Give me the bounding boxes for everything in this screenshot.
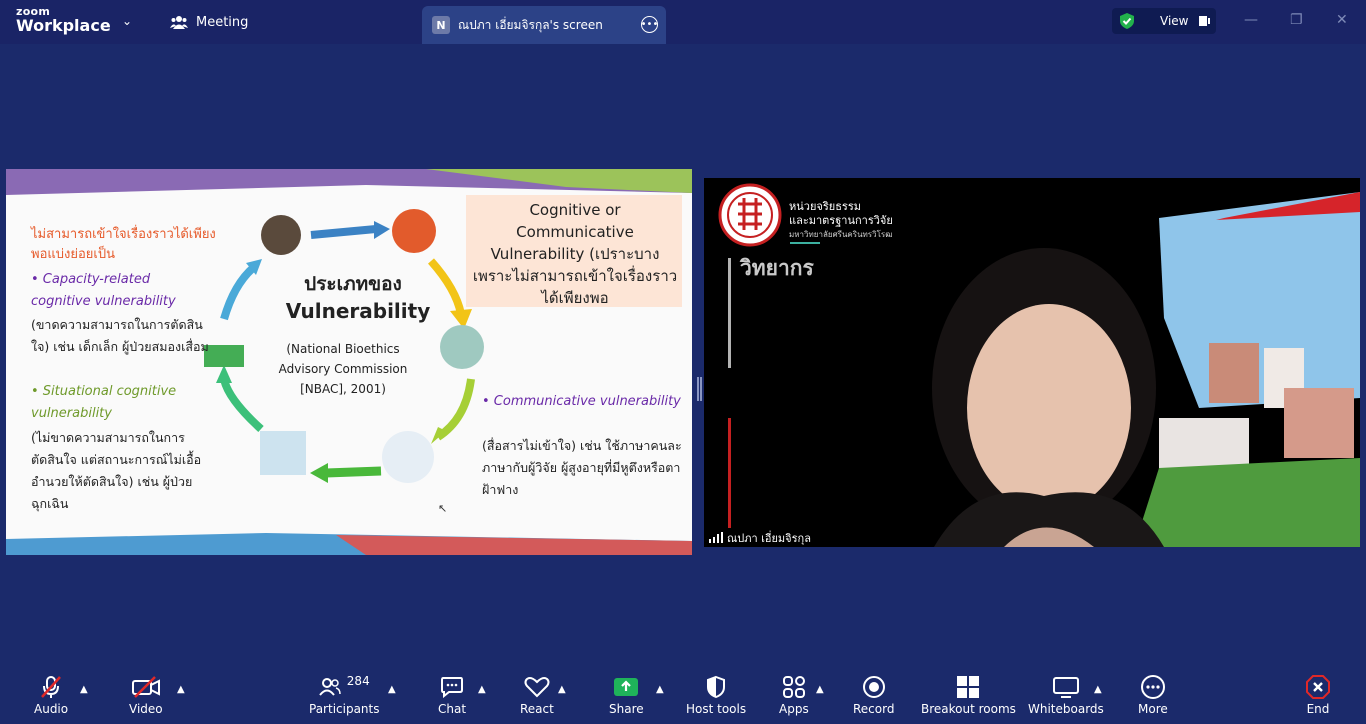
participant-name: ณปภา เอี่ยมจิรกุล <box>727 531 811 545</box>
chevron-down-icon[interactable]: ⌄ <box>122 14 132 28</box>
more-label: More <box>1138 702 1168 716</box>
microphone-muted-icon <box>41 676 61 698</box>
left-heading: ไม่สามารถเข้าใจเรื่องราวได้เพียงพอแบ่งย่… <box>31 227 216 262</box>
org-line3: มหาวิทยาลัยศรีนครินทรวิโรฒ <box>789 230 893 239</box>
close-icon[interactable]: ✕ <box>1336 12 1348 28</box>
meeting-menu[interactable]: Meeting <box>170 14 248 30</box>
shield-icon[interactable] <box>1118 12 1136 30</box>
camera-off-icon <box>131 676 160 698</box>
signal-icon <box>709 532 723 543</box>
share-options-chevron-icon[interactable]: ▲ <box>656 684 664 695</box>
video-label: Video <box>129 702 163 716</box>
tab-title: ณปภา เอี่ยมจิรกุล's screen <box>458 17 603 32</box>
chat-icon <box>441 677 464 698</box>
apps-button[interactable]: Apps <box>779 672 809 716</box>
bullet2-title: • Situational cognitive vulnerability <box>31 384 177 421</box>
participants-count: 284 <box>346 674 370 688</box>
org-line1: หน่วยจริยธรรม <box>789 200 861 213</box>
view-button[interactable]: View <box>1112 8 1216 34</box>
minimize-icon[interactable]: — <box>1244 12 1258 28</box>
center-source: (National Bioethics Advisory Commission … <box>278 342 408 396</box>
meeting-label: Meeting <box>196 14 249 30</box>
participants-options-chevron-icon[interactable]: ▲ <box>388 684 396 695</box>
people-icon <box>170 16 188 29</box>
participants-icon <box>319 678 341 696</box>
org-line2: และมาตรฐานการวิจัย <box>789 214 893 227</box>
react-button[interactable]: React <box>520 672 554 716</box>
org-name: หน่วยจริยธรรม และมาตรฐานการวิจัย มหาวิทย… <box>789 200 893 242</box>
participants-label: Participants <box>309 702 380 716</box>
end-label: End <box>1306 702 1330 716</box>
title-bar: zoom Workplace ⌄ Meeting N ณปภา เอี่ยมจิ… <box>0 0 1366 44</box>
right-box-text: Cognitive or Communicative Vulnerability… <box>472 201 678 307</box>
share-screen-icon <box>614 678 639 696</box>
view-layout-icon <box>1199 16 1211 26</box>
audio-options-chevron-icon[interactable]: ▲ <box>80 684 88 695</box>
logo-line2: Workplace <box>16 16 111 35</box>
split-divider-handle-2[interactable] <box>700 377 702 401</box>
bullet2-body: (ไม่ขาดความสามารถในการตัดสินใจ แต่สถานะก… <box>31 430 202 511</box>
bullet1-title: • Capacity-related cognitive vulnerabili… <box>31 272 176 309</box>
restore-icon[interactable]: ❐ <box>1290 12 1303 28</box>
center-title-en: Vulnerability <box>285 299 431 323</box>
audio-label: Audio <box>34 702 69 716</box>
more-icon <box>1140 675 1165 699</box>
record-button[interactable]: Record <box>853 672 894 716</box>
whiteboards-label: Whiteboards <box>1028 702 1104 716</box>
whiteboards-options-chevron-icon[interactable]: ▲ <box>1094 684 1102 695</box>
record-label: Record <box>853 702 895 716</box>
apps-icon <box>782 676 805 698</box>
apps-options-chevron-icon[interactable]: ▲ <box>816 684 824 695</box>
split-divider-handle[interactable] <box>697 377 699 401</box>
speaker-video[interactable]: หน่วยจริยธรรม และมาตรฐานการวิจัย มหาวิทย… <box>704 178 1360 547</box>
screen-share-tab[interactable]: N ณปภา เอี่ยมจิรกุล's screen ••• <box>422 6 666 44</box>
breakout-rooms-button[interactable]: Breakout rooms <box>921 672 1016 716</box>
chat-label: Chat <box>438 702 467 716</box>
whiteboards-button[interactable]: Whiteboards <box>1028 672 1104 716</box>
video-options-chevron-icon[interactable]: ▲ <box>177 684 185 695</box>
breakout-label: Breakout rooms <box>921 702 1016 716</box>
breakout-rooms-icon <box>957 676 980 698</box>
video-button[interactable]: Video <box>129 672 163 716</box>
heart-icon <box>524 677 550 698</box>
chat-button[interactable]: Chat <box>438 672 466 716</box>
participants-button[interactable]: 284 Participants <box>309 672 380 716</box>
react-label: React <box>520 702 554 716</box>
mouse-cursor-icon: ↖ <box>438 502 448 515</box>
participant-name-tag: ณปภา เอี่ยมจิรกุล <box>704 528 816 547</box>
apps-label: Apps <box>779 702 809 716</box>
bullet3-body: (สื่อสารไม่เข้าใจ) เช่น ใช้ภาษาคนละภาษาก… <box>482 438 682 497</box>
host-tools-button[interactable]: Host tools <box>686 672 746 716</box>
record-icon <box>862 676 885 698</box>
bullet1-body: (ขาดความสามารถในการตัดสินใจ) เช่น เด็กเล… <box>31 317 209 354</box>
share-label: Share <box>609 702 644 716</box>
host-tools-label: Host tools <box>686 702 747 716</box>
share-button[interactable]: Share <box>609 672 644 716</box>
audio-button[interactable]: Audio <box>34 672 68 716</box>
bullet3-title: • Communicative vulnerability <box>482 394 681 409</box>
zoom-logo: zoom Workplace <box>16 6 111 34</box>
more-options-icon[interactable]: ••• <box>641 16 658 33</box>
whiteboard-icon <box>1052 677 1079 698</box>
shared-slide: ไม่สามารถเข้าใจเรื่องราวได้เพียงพอแบ่งย่… <box>6 169 692 555</box>
speaker-label: วิทยากร <box>740 256 814 280</box>
chat-options-chevron-icon[interactable]: ▲ <box>478 684 486 695</box>
react-options-chevron-icon[interactable]: ▲ <box>558 684 566 695</box>
meeting-toolbar: Audio ▲ Video ▲ 284 Participants ▲ Chat … <box>0 664 1366 724</box>
tab-initial: N <box>432 16 450 34</box>
center-title-th: ประเภทของ <box>304 273 402 295</box>
more-button[interactable]: More <box>1138 672 1168 716</box>
shield-icon <box>707 675 726 699</box>
view-label: View <box>1160 14 1189 28</box>
end-button[interactable]: End <box>1305 672 1331 716</box>
end-meeting-icon <box>1306 675 1330 699</box>
